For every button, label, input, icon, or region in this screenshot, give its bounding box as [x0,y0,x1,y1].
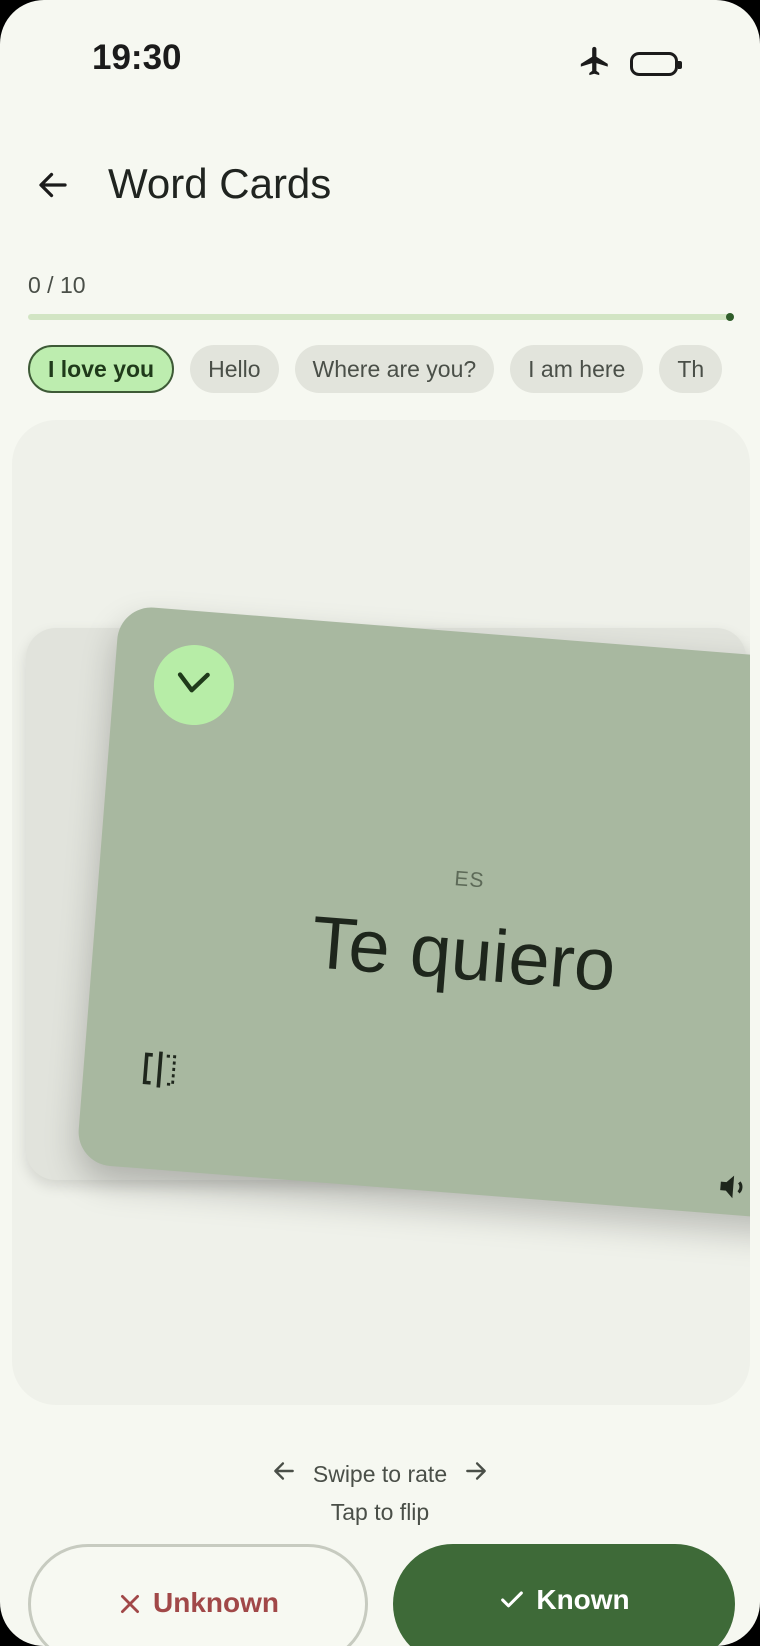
progress-bar [28,313,734,321]
card-area: ES Te quiero [12,420,750,1405]
tap-hint-text: Tap to flip [330,1499,430,1525]
flashcard[interactable]: ES Te quiero [76,605,750,1222]
progress-end-dot [726,313,734,321]
known-badge [150,642,237,729]
known-button[interactable]: Known [393,1544,735,1646]
page-title: Word Cards [108,160,332,207]
swipe-hint: Swipe to rate [0,1458,760,1490]
phrase-chip-list: I love you Hello Where are you? I am her… [28,345,723,393]
status-icons [578,44,682,83]
arrow-left-icon [35,167,71,208]
check-icon [170,659,218,711]
speaker-icon[interactable] [715,1169,750,1211]
check-icon [498,1584,526,1646]
chip-partial[interactable]: Th [659,345,723,393]
known-label: Known [536,1584,630,1615]
flip-icon[interactable] [140,1048,179,1096]
close-icon [117,1587,143,1646]
unknown-button[interactable]: Unknown [28,1544,368,1646]
progress-count: 0 / 10 [28,272,86,298]
chip-i-love-you[interactable]: I love you [28,345,175,393]
screen: 19:30 Word Cards 0 / 10 I love you Hello… [0,0,760,1646]
arrow-right-icon [463,1458,489,1490]
unknown-label: Unknown [153,1587,279,1618]
back-button[interactable] [28,162,78,212]
chip-hello[interactable]: Hello [190,345,279,393]
chip-where-are-you[interactable]: Where are you? [294,345,495,393]
status-time: 19:30 [92,38,182,77]
airplane-icon [578,44,612,83]
battery-icon [630,51,682,76]
chip-i-am-here[interactable]: I am here [510,345,644,393]
swipe-hint-text: Swipe to rate [312,1460,448,1487]
arrow-left-icon [271,1458,297,1490]
